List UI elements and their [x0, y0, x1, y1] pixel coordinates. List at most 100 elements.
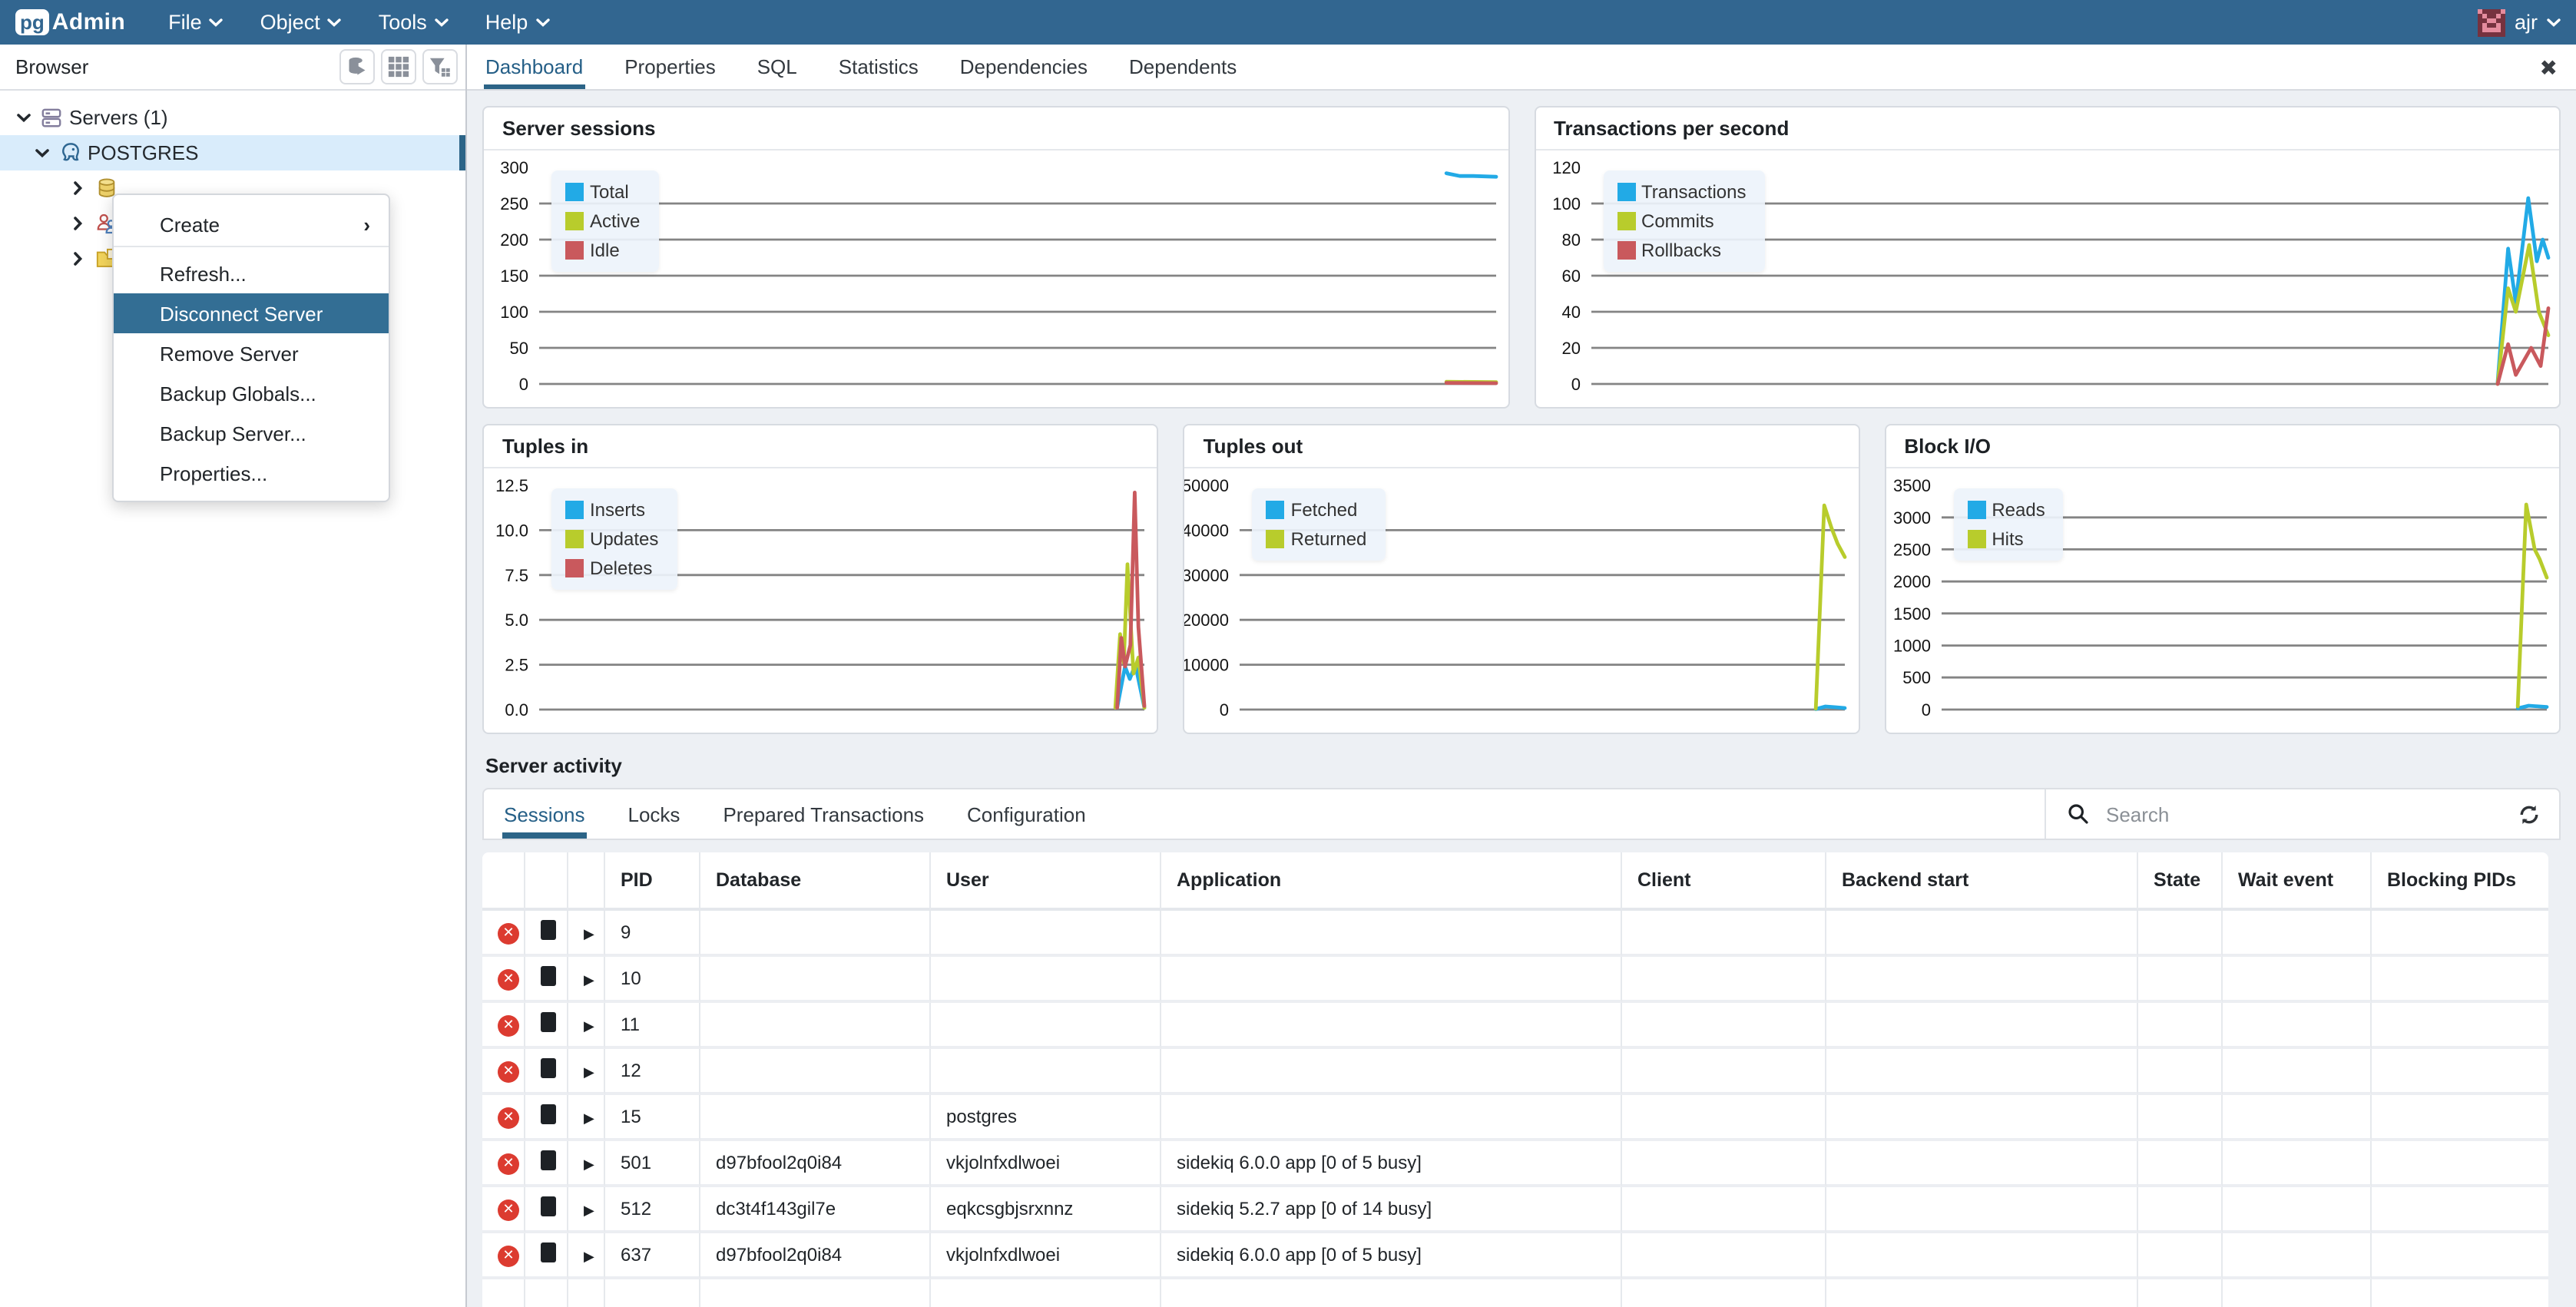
cancel-query-button[interactable]: ✕: [498, 969, 519, 991]
activity-tab[interactable]: Configuration: [965, 789, 1088, 839]
menu-item[interactable]: Help: [485, 11, 550, 34]
search-input[interactable]: [2103, 801, 2501, 827]
expand-row-button[interactable]: ▶: [584, 1249, 594, 1266]
context-menu-item[interactable]: Refresh... ›: [114, 253, 389, 293]
legend-item: Total: [565, 181, 640, 203]
logo-admin-text: Admin: [52, 9, 125, 35]
svg-text:120: 120: [1551, 158, 1580, 177]
blocking-pids-cell: [2372, 1279, 2548, 1307]
sessions-table: PID Database User Application Client: [482, 852, 2548, 1307]
chevron-down-icon[interactable]: [12, 113, 34, 122]
cancel-query-button[interactable]: ✕: [498, 1107, 519, 1129]
cancel-query-button[interactable]: ✕: [498, 1246, 519, 1267]
main-tab[interactable]: Dependents: [1127, 45, 1238, 89]
terminate-session-button[interactable]: [541, 1104, 556, 1124]
chevron-down-icon: [435, 18, 449, 27]
context-menu-item[interactable]: Create ›: [114, 203, 389, 247]
chevron-right-icon[interactable]: [68, 181, 89, 195]
user-cell: [931, 1049, 1161, 1095]
context-menu-item[interactable]: Backup Server... ›: [114, 413, 389, 453]
expand-row-button[interactable]: ▶: [584, 1203, 594, 1219]
legend-label: Commits: [1641, 210, 1714, 232]
refresh-button[interactable]: [2515, 799, 2544, 829]
menu-label: Tools: [379, 11, 427, 34]
main-tab[interactable]: Dependencies: [959, 45, 1089, 89]
cancel-query-button[interactable]: ✕: [498, 923, 519, 945]
user-cell: [931, 1003, 1161, 1049]
cancel-query-button[interactable]: ✕: [498, 1015, 519, 1037]
expand-row-button[interactable]: ▶: [584, 1110, 594, 1127]
menu-item[interactable]: Tools: [379, 11, 449, 34]
activity-tab[interactable]: Locks: [627, 789, 682, 839]
activity-tab[interactable]: Sessions: [502, 789, 587, 839]
object-explorer-button[interactable]: [339, 49, 375, 84]
filter-button[interactable]: [422, 49, 458, 84]
chart-title: Tuples out: [1185, 425, 1859, 468]
column-header: Blocking PIDs: [2372, 852, 2548, 911]
main-tab[interactable]: Properties: [623, 45, 717, 89]
context-menu-item[interactable]: Disconnect Server ›: [114, 293, 389, 333]
cancel-query-button[interactable]: ✕: [498, 1199, 519, 1221]
menu-item[interactable]: Object: [260, 11, 342, 34]
main-tab[interactable]: Statistics: [837, 45, 920, 89]
backend-start-cell: [1826, 1095, 2138, 1141]
tree-item-servers[interactable]: Servers (1): [0, 100, 465, 135]
terminate-session-button[interactable]: [541, 1012, 556, 1032]
cancel-query-button[interactable]: ✕: [498, 1061, 519, 1083]
activity-tab-label: Configuration: [967, 802, 1086, 826]
pid-cell: 637: [605, 1233, 700, 1279]
database-cell: [700, 1003, 931, 1049]
legend-label: Fetched: [1291, 499, 1358, 521]
svg-text:12.5: 12.5: [495, 476, 528, 495]
expand-row-button[interactable]: ▶: [584, 1156, 594, 1173]
svg-text:0: 0: [1220, 700, 1229, 720]
expand-row-button[interactable]: ▶: [584, 1018, 594, 1035]
chevron-right-icon[interactable]: [68, 252, 89, 266]
state-cell: [2138, 1049, 2223, 1095]
activity-tab[interactable]: Prepared Transactions: [721, 789, 925, 839]
database-cell: d97bfool2q0i84: [700, 1233, 931, 1279]
blocking-pids-cell: [2372, 957, 2548, 1003]
grid-view-button[interactable]: [381, 49, 416, 84]
tree-item-postgres-server[interactable]: POSTGRES: [0, 135, 465, 170]
wait-event-cell: [2223, 1003, 2372, 1049]
svg-text:40000: 40000: [1185, 521, 1230, 540]
expand-row-button[interactable]: ▶: [584, 972, 594, 989]
terminate-session-button[interactable]: [541, 1150, 556, 1170]
main-tab[interactable]: SQL: [756, 45, 799, 89]
menu-item[interactable]: File: [168, 11, 223, 34]
close-panel-button[interactable]: ✖: [2521, 45, 2576, 91]
client-cell: [1622, 1095, 1826, 1141]
legend-swatch: [565, 241, 584, 260]
state-cell: [2138, 911, 2223, 957]
block-io-chart: 3500300025002000150010005000ReadsHits: [1886, 468, 2559, 733]
legend-label: Active: [590, 210, 640, 232]
database-cell: [700, 1279, 931, 1307]
terminate-session-button[interactable]: [541, 1242, 556, 1262]
terminate-session-button[interactable]: [541, 920, 556, 940]
user-menu[interactable]: ajr: [2478, 8, 2561, 36]
legend-label: Reads: [1992, 499, 2045, 521]
chevron-right-icon[interactable]: [68, 217, 89, 230]
svg-text:50000: 50000: [1185, 476, 1230, 495]
context-menu-item[interactable]: Backup Globals... ›: [114, 373, 389, 413]
terminate-session-button[interactable]: [541, 1058, 556, 1078]
terminate-session-button[interactable]: [541, 1196, 556, 1216]
state-cell: [2138, 1233, 2223, 1279]
context-menu-item[interactable]: Remove Server ›: [114, 333, 389, 373]
server-activity-tab-bar: Sessions Locks Prepared Transactions: [482, 788, 2561, 840]
context-menu-item[interactable]: Properties... ›: [114, 453, 389, 493]
legend-item: Commits: [1617, 210, 1747, 232]
user-cell: postgres: [931, 1095, 1161, 1141]
legend-item: Active: [565, 210, 640, 232]
chart-legend: ReadsHits: [1953, 488, 2063, 561]
cancel-query-button[interactable]: ✕: [498, 1153, 519, 1175]
svg-text:30000: 30000: [1185, 566, 1230, 585]
expand-row-button[interactable]: ▶: [584, 926, 594, 943]
main-tab[interactable]: Dashboard: [484, 45, 584, 89]
client-cell: [1622, 1279, 1826, 1307]
session-row: ✕ ▶ 501 d97bfool2q0i84 vkjolnfxdlwoei si…: [482, 1141, 2548, 1187]
chevron-down-icon[interactable]: [31, 148, 52, 157]
terminate-session-button[interactable]: [541, 966, 556, 986]
expand-row-button[interactable]: ▶: [584, 1064, 594, 1081]
